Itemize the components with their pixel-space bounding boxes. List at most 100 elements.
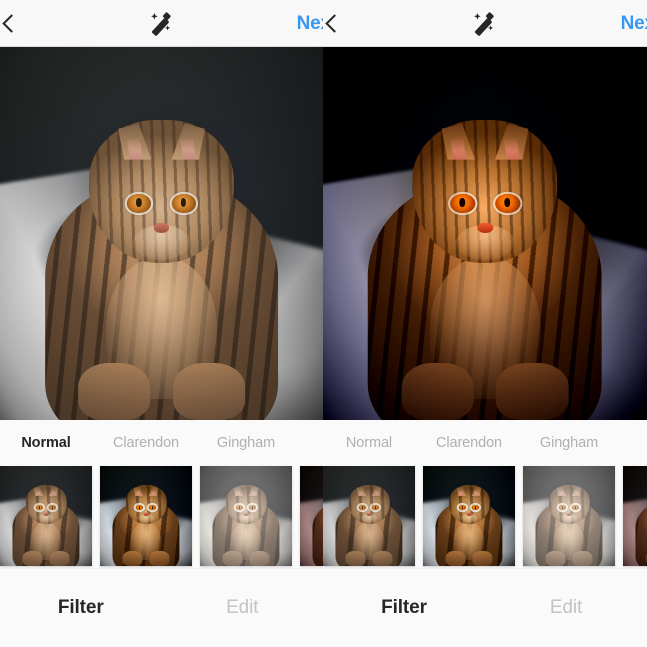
- cat-ear-inner-right: [251, 490, 256, 497]
- cat-nose: [477, 222, 493, 233]
- magic-wand-button[interactable]: [0, 0, 323, 47]
- photo-image: [323, 466, 415, 566]
- cat-eye-left: [136, 505, 144, 511]
- filter-label-gingham[interactable]: Gingham: [519, 435, 619, 451]
- filter-label-normal[interactable]: Normal: [323, 435, 419, 451]
- photo-preview[interactable]: [323, 47, 647, 420]
- cat-paw-left: [78, 363, 151, 420]
- tab-edit[interactable]: Edit: [162, 597, 324, 619]
- cat-figure: [23, 69, 301, 420]
- filter-label-gingham[interactable]: Gingham: [196, 435, 296, 451]
- cat-ear-left: [133, 486, 144, 497]
- cat-ear-inner-left: [126, 137, 143, 160]
- cat-ear-inner-left: [459, 490, 464, 497]
- cat-paw-right: [572, 550, 593, 566]
- filter-thumbnail-hudson[interactable]: [619, 466, 647, 566]
- filter-thumbnail-gingham[interactable]: [519, 466, 619, 566]
- back-button[interactable]: [323, 0, 351, 47]
- photo-image: [200, 466, 292, 566]
- editor-panel-right: Next: [323, 0, 647, 647]
- filter-carousel[interactable]: NormalClarendonGinghamdsonValenciaX-Pro …: [323, 420, 647, 568]
- back-button[interactable]: [0, 0, 28, 47]
- cat-paw-right: [472, 550, 493, 566]
- cat-paw-left: [22, 550, 43, 566]
- filter-label-hudson[interactable]: dson: [619, 435, 647, 451]
- cat-figure: [206, 472, 285, 566]
- cat-ear-left: [456, 486, 467, 497]
- filter-label-hudson[interactable]: dson: [296, 435, 323, 451]
- photo-image: [523, 466, 615, 566]
- filter-thumbnail-image-hudson: [623, 466, 647, 566]
- filter-thumbnail-clarendon[interactable]: [96, 466, 196, 566]
- filter-thumbnail-normal[interactable]: [0, 466, 96, 566]
- cat-figure: [429, 472, 508, 566]
- cat-eye-right: [171, 193, 197, 213]
- filter-label-clarendon[interactable]: Clarendon: [96, 435, 196, 451]
- next-button[interactable]: Next: [297, 0, 323, 47]
- cat-paw-left: [122, 550, 143, 566]
- cat-paw-left: [445, 550, 466, 566]
- cat-ear-inner-right: [180, 137, 197, 160]
- photo-image: [323, 47, 647, 420]
- cat-nose: [143, 513, 149, 516]
- cat-figure: [106, 472, 185, 566]
- cat-head: [412, 119, 558, 263]
- filter-thumbnail-normal[interactable]: [323, 466, 419, 566]
- filter-thumbnail-gingham[interactable]: [196, 466, 296, 566]
- cat-eye-left: [236, 505, 244, 511]
- cat-eye-left: [450, 193, 475, 213]
- cat-nose: [566, 513, 572, 516]
- cat-ear-left: [118, 123, 152, 160]
- cat-eye-right: [471, 505, 479, 511]
- cat-ear-right: [248, 486, 259, 497]
- cat-ear-inner-right: [574, 490, 579, 497]
- cat-ear-left: [233, 486, 244, 497]
- cat-ear-right: [471, 486, 482, 497]
- filter-thumbnail-image-gingham: [523, 466, 615, 566]
- filter-label-clarendon[interactable]: Clarendon: [419, 435, 519, 451]
- cat-eye-right: [371, 505, 379, 511]
- cat-ear-right: [371, 486, 382, 497]
- cat-nose: [466, 513, 472, 516]
- filter-label-row: NormalClarendonGinghamdsonValenciaX-Pro …: [0, 420, 323, 466]
- photo-preview[interactable]: [0, 47, 323, 420]
- cat-figure: [6, 472, 85, 566]
- nav-bar: Next: [0, 0, 323, 47]
- cat-ear-inner-left: [236, 490, 241, 497]
- photo-image: [300, 466, 323, 566]
- cat-paw-right: [149, 550, 170, 566]
- photo-image: [100, 466, 192, 566]
- cat-eye-right: [148, 505, 156, 511]
- tab-filter[interactable]: Filter: [0, 597, 162, 619]
- filter-thumbnail-image-clarendon: [100, 466, 192, 566]
- cat-eye-left: [126, 193, 152, 213]
- filter-thumbnail-clarendon[interactable]: [419, 466, 519, 566]
- cat-figure: [346, 69, 625, 420]
- cat-paw-left: [222, 550, 243, 566]
- nav-bar: Next: [323, 0, 647, 47]
- cat-paw-right: [249, 550, 270, 566]
- cat-eye-right: [48, 505, 56, 511]
- cat-eye-left: [359, 505, 367, 511]
- tab-filter[interactable]: Filter: [323, 597, 485, 619]
- cat-paw-left: [545, 550, 566, 566]
- cat-eye-right: [248, 505, 256, 511]
- cat-ear-right: [495, 123, 529, 160]
- cat-ear-inner-left: [359, 490, 364, 497]
- next-button[interactable]: Next: [621, 0, 647, 47]
- cat-eye-left: [559, 505, 567, 511]
- filter-label-normal[interactable]: Normal: [0, 435, 96, 451]
- filter-carousel[interactable]: NormalClarendonGinghamdsonValenciaX-Pro …: [0, 420, 323, 568]
- cat-ear-right: [571, 486, 582, 497]
- filter-thumbnail-image-clarendon: [423, 466, 515, 566]
- magic-wand-icon: [147, 9, 177, 39]
- cat-paw-left: [401, 363, 474, 420]
- filter-label-row: NormalClarendonGinghamdsonValenciaX-Pro …: [323, 420, 647, 466]
- magic-wand-button[interactable]: [323, 0, 647, 47]
- filter-thumbnail-hudson[interactable]: [296, 466, 323, 566]
- cat-figure: [629, 472, 647, 566]
- cat-eye-right: [571, 505, 579, 511]
- cat-ear-inner-right: [503, 137, 520, 160]
- tab-edit[interactable]: Edit: [485, 597, 647, 619]
- cat-ear-inner-left: [136, 490, 141, 497]
